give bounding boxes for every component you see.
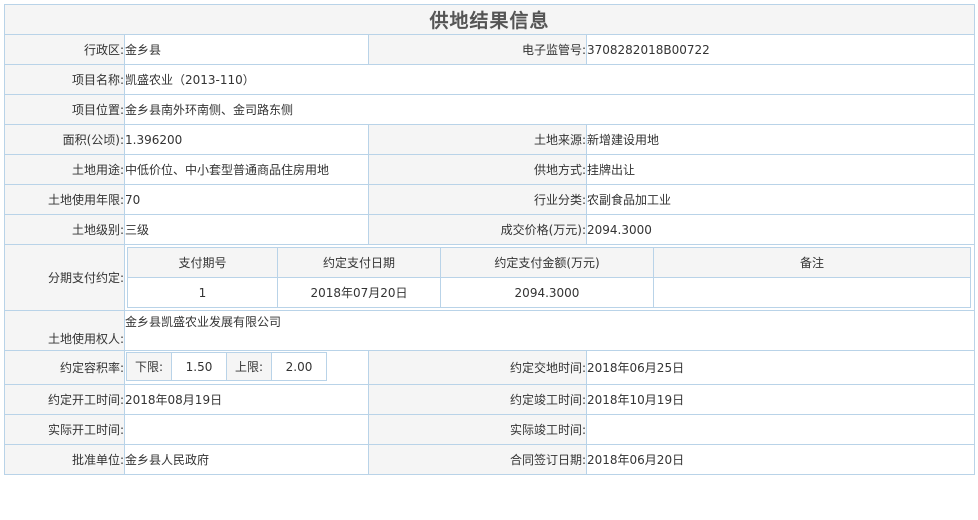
table-row: 行政区: 金乡县 电子监管号: 3708282018B00722	[4, 34, 976, 65]
district-value: 金乡县	[124, 34, 369, 65]
far-lower-label: 下限:	[126, 352, 172, 381]
land-supply-result-panel: 供地结果信息 行政区: 金乡县 电子监管号: 3708282018B00722 …	[3, 4, 976, 475]
far-label: 约定容积率:	[4, 350, 125, 385]
land-user-label: 土地使用权人:	[4, 310, 125, 351]
land-user-value: 金乡县凯盛农业发展有限公司	[123, 310, 976, 351]
table-row: 土地使用权人: 金乡县凯盛农业发展有限公司	[4, 310, 976, 351]
use-term-label: 土地使用年限:	[4, 184, 125, 215]
handover-date-label: 约定交地时间:	[368, 350, 587, 385]
installment-date: 2018年07月20日	[277, 277, 441, 308]
area-label: 面积(公顷):	[4, 124, 125, 155]
supervision-no-label: 电子监管号:	[368, 34, 587, 65]
deal-price-label: 成交价格(万元):	[368, 214, 587, 245]
actual-completion-value	[585, 414, 976, 445]
table-row: 项目位置: 金乡县南外环南侧、金司路东侧	[4, 94, 976, 125]
actual-start-value	[124, 414, 369, 445]
page-title: 供地结果信息	[3, 4, 976, 35]
installment-header-no: 支付期号	[127, 247, 278, 278]
installment-no: 1	[127, 277, 278, 308]
installment-header-date: 约定支付日期	[277, 247, 441, 278]
area-value: 1.396200	[124, 124, 369, 155]
table-row: 约定容积率: 下限: 1.50 上限: 2.00 约定交地时间: 2018年06…	[4, 350, 976, 385]
actual-start-label: 实际开工时间:	[4, 414, 125, 445]
deal-price-value: 2094.3000	[585, 214, 976, 245]
supply-method-value: 挂牌出让	[585, 154, 976, 185]
installment-cell: 支付期号 约定支付日期 约定支付金额(万元) 备注 1 2018年07月20日 …	[123, 244, 976, 311]
far-upper-value: 2.00	[271, 352, 327, 381]
installment-header-note: 备注	[652, 247, 972, 278]
land-use-value: 中低价位、中小套型普通商品住房用地	[124, 154, 369, 185]
project-name-value: 凯盛农业（2013-110）	[123, 64, 976, 95]
actual-completion-label: 实际竣工时间:	[368, 414, 587, 445]
table-row: 面积(公顷): 1.396200 土地来源: 新增建设用地	[4, 124, 976, 155]
table-row: 实际开工时间: 实际竣工时间:	[4, 414, 976, 445]
start-date-value: 2018年08月19日	[124, 384, 369, 415]
start-date-label: 约定开工时间:	[4, 384, 125, 415]
table-row: 土地用途: 中低价位、中小套型普通商品住房用地 供地方式: 挂牌出让	[4, 154, 976, 185]
far-lower-value: 1.50	[171, 352, 227, 381]
supervision-no-value: 3708282018B00722	[585, 34, 976, 65]
project-location-label: 项目位置:	[4, 94, 125, 125]
completion-date-value: 2018年10月19日	[585, 384, 976, 415]
project-location-value: 金乡县南外环南侧、金司路东侧	[123, 94, 976, 125]
land-supply-result-table: 供地结果信息 行政区: 金乡县 电子监管号: 3708282018B00722 …	[3, 4, 976, 475]
installment-header-amount: 约定支付金额(万元)	[440, 247, 654, 278]
land-use-label: 土地用途:	[4, 154, 125, 185]
approval-unit-label: 批准单位:	[4, 444, 125, 475]
completion-date-label: 约定竣工时间:	[368, 384, 587, 415]
land-grade-label: 土地级别:	[4, 214, 125, 245]
installment-label: 分期支付约定:	[4, 244, 125, 311]
far-table: 下限: 1.50 上限: 2.00	[126, 352, 327, 381]
district-label: 行政区:	[4, 34, 125, 65]
land-source-value: 新增建设用地	[585, 124, 976, 155]
supply-method-label: 供地方式:	[368, 154, 587, 185]
table-row: 土地使用年限: 70 行业分类: 农副食品加工业	[4, 184, 976, 215]
land-source-label: 土地来源:	[368, 124, 587, 155]
use-term-value: 70	[124, 184, 369, 215]
table-row: 分期支付约定: 支付期号 约定支付日期 约定支付金额(万元) 备注 1 2018…	[4, 244, 976, 311]
land-grade-value: 三级	[124, 214, 369, 245]
installment-note	[652, 277, 972, 308]
approval-unit-value: 金乡县人民政府	[124, 444, 369, 475]
industry-label: 行业分类:	[368, 184, 587, 215]
installment-table: 支付期号 约定支付日期 约定支付金额(万元) 备注 1 2018年07月20日 …	[127, 247, 972, 308]
table-row: 约定开工时间: 2018年08月19日 约定竣工时间: 2018年10月19日	[4, 384, 976, 415]
table-row: 项目名称: 凯盛农业（2013-110）	[4, 64, 976, 95]
far-upper-label: 上限:	[226, 352, 272, 381]
installment-header-row: 支付期号 约定支付日期 约定支付金额(万元) 备注	[127, 247, 972, 278]
table-row: 土地级别: 三级 成交价格(万元): 2094.3000	[4, 214, 976, 245]
table-row: 批准单位: 金乡县人民政府 合同签订日期: 2018年06月20日	[4, 444, 976, 475]
contract-date-label: 合同签订日期:	[368, 444, 587, 475]
industry-value: 农副食品加工业	[585, 184, 976, 215]
installment-amount: 2094.3000	[440, 277, 654, 308]
project-name-label: 项目名称:	[4, 64, 125, 95]
handover-date-value: 2018年06月25日	[585, 350, 976, 385]
far-cell: 下限: 1.50 上限: 2.00	[124, 350, 369, 385]
installment-row: 1 2018年07月20日 2094.3000	[127, 277, 972, 308]
contract-date-value: 2018年06月20日	[585, 444, 976, 475]
